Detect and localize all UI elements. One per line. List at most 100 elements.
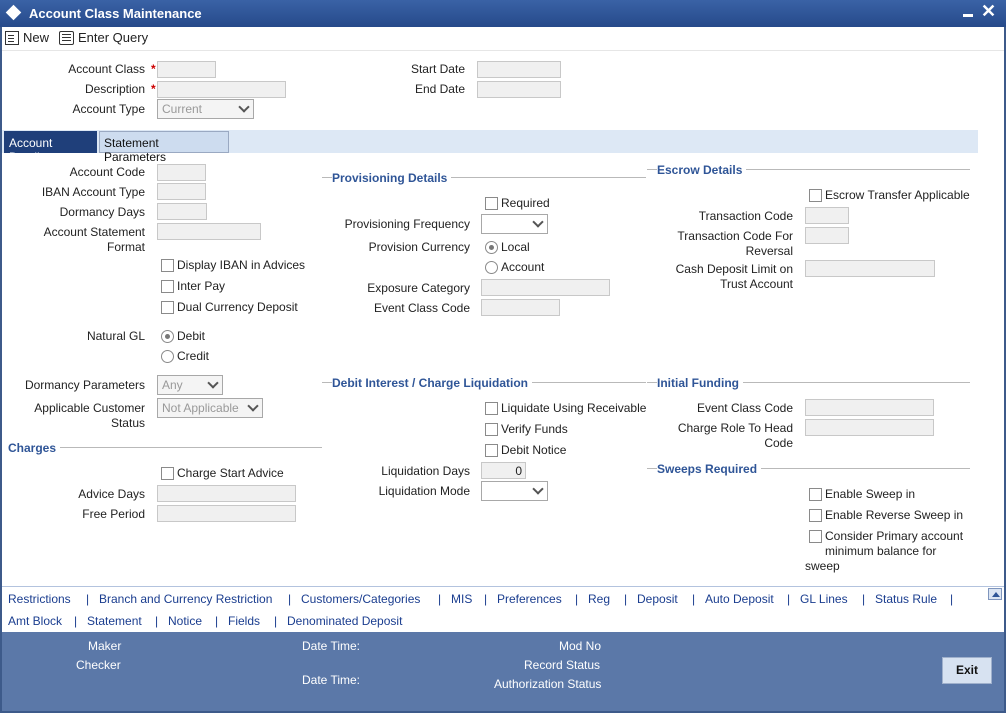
charge-role-input[interactable] <box>805 419 934 436</box>
advice-days-input[interactable] <box>157 485 296 502</box>
description-input[interactable] <box>157 81 286 98</box>
exit-button[interactable]: Exit <box>942 657 992 684</box>
iban-account-type-input[interactable] <box>157 183 206 200</box>
link-separator: | <box>86 592 90 606</box>
liquidate-receivable-label: Liquidate Using Receivable <box>501 401 647 415</box>
provisioning-event-class-code-input[interactable] <box>481 299 560 316</box>
account-statement-format-label: Account Statement Format <box>43 225 145 254</box>
account-label: Account <box>501 260 545 274</box>
liquidation-mode-select[interactable] <box>481 481 548 501</box>
link-separator: | <box>787 592 791 606</box>
exposure-category-input[interactable] <box>481 279 610 296</box>
dormancy-parameters-label: Dormancy Parameters <box>24 378 145 392</box>
scroll-up-icon[interactable] <box>988 588 1002 600</box>
dormancy-days-input[interactable] <box>157 203 207 220</box>
inter-pay-label: Inter Pay <box>177 279 226 293</box>
account-type-select[interactable]: Current <box>157 99 254 119</box>
provisioning-required-checkbox[interactable] <box>485 197 498 210</box>
link-separator: | <box>74 614 78 628</box>
tab-statement-parameters[interactable]: Statement Parameters <box>99 131 229 164</box>
consider-primary-label-line2: minimum balance for <box>825 544 937 558</box>
account-class-input[interactable] <box>157 61 216 78</box>
cash-deposit-limit-input[interactable] <box>805 260 935 277</box>
new-button[interactable]: New <box>5 28 49 48</box>
link-restrictions[interactable]: Restrictions <box>8 592 71 606</box>
display-iban-checkbox[interactable] <box>161 259 174 272</box>
verify-funds-label: Verify Funds <box>501 422 568 436</box>
link-gl-lines[interactable]: GL Lines <box>800 592 848 606</box>
liquidate-receivable-checkbox[interactable] <box>485 402 498 415</box>
new-button-label: New <box>23 30 50 45</box>
account-statement-format-input[interactable] <box>157 223 261 240</box>
maker-date-time-label: Date Time: <box>302 639 361 653</box>
escrow-transfer-checkbox[interactable] <box>809 189 822 202</box>
enter-query-button[interactable]: Enter Query <box>59 28 148 48</box>
link-mis[interactable]: MIS <box>451 592 472 606</box>
enable-reverse-sweep-checkbox[interactable] <box>809 509 822 522</box>
dormancy-parameters-select[interactable]: Any <box>157 375 223 395</box>
end-date-input[interactable] <box>477 81 561 98</box>
account-code-label: Account Code <box>69 165 145 179</box>
link-preferences[interactable]: Preferences <box>497 592 562 606</box>
title-bar: Account Class Maintenance ✕ <box>0 0 1006 27</box>
dual-currency-checkbox[interactable] <box>161 301 174 314</box>
link-auto-deposit[interactable]: Auto Deposit <box>705 592 774 606</box>
description-required-marker: * <box>151 82 156 96</box>
link-deposit[interactable]: Deposit <box>637 592 678 606</box>
charge-role-label: Charge Role To Head Code <box>677 421 793 450</box>
provisioning-frequency-select[interactable] <box>481 214 548 234</box>
start-date-input[interactable] <box>477 61 561 78</box>
account-radio[interactable] <box>485 261 498 274</box>
link-denominated-deposit[interactable]: Denominated Deposit <box>287 614 402 628</box>
debit-notice-checkbox[interactable] <box>485 444 498 457</box>
tab-account-details[interactable]: Account Details <box>4 131 97 164</box>
reversal-code-input[interactable] <box>805 227 849 244</box>
free-period-input[interactable] <box>157 505 296 522</box>
account-code-input[interactable] <box>157 164 206 181</box>
debit-radio[interactable] <box>161 330 174 343</box>
link-status-rule[interactable]: Status Rule <box>875 592 937 606</box>
link-amt-block[interactable]: Amt Block <box>8 614 62 628</box>
maker-label: Maker <box>88 639 122 653</box>
consider-primary-checkbox[interactable] <box>809 530 822 543</box>
liquidation-mode-label: Liquidation Mode <box>378 484 470 498</box>
checker-date-time-label: Date Time: <box>302 673 361 687</box>
enable-sweep-in-checkbox[interactable] <box>809 488 822 501</box>
link-branch-currency-restriction[interactable]: Branch and Currency Restriction <box>99 592 272 606</box>
applicable-customer-status-select[interactable]: Not Applicable <box>157 398 263 418</box>
link-statement[interactable]: Statement <box>87 614 142 628</box>
local-radio[interactable] <box>485 241 498 254</box>
funding-event-class-code-input[interactable] <box>805 399 934 416</box>
reversal-code-label: Transaction Code For Reversal <box>677 229 793 258</box>
sweeps-heading: Sweeps Required <box>657 462 762 476</box>
link-customers-categories[interactable]: Customers/Categories <box>301 592 420 606</box>
escrow-transfer-label: Escrow Transfer Applicable <box>825 188 970 202</box>
link-separator: | <box>438 592 442 606</box>
tab-bar: Account Details Statement Parameters <box>2 130 978 164</box>
mod-no-label: Mod No <box>559 639 602 653</box>
link-reg[interactable]: Reg <box>588 592 610 606</box>
credit-radio[interactable] <box>161 350 174 363</box>
transaction-code-input[interactable] <box>805 207 849 224</box>
charge-start-advice-checkbox[interactable] <box>161 467 174 480</box>
link-separator: | <box>950 592 954 606</box>
minimize-icon[interactable] <box>961 4 975 20</box>
exposure-category-label: Exposure Category <box>367 281 470 295</box>
account-type-label: Account Type <box>72 102 146 116</box>
verify-funds-checkbox[interactable] <box>485 423 498 436</box>
toolbar: New Enter Query <box>2 27 1004 51</box>
link-notice[interactable]: Notice <box>168 614 202 628</box>
dormancy-parameters-value: Any <box>162 378 183 392</box>
charge-start-advice-label: Charge Start Advice <box>177 466 284 480</box>
cash-deposit-limit-label: Cash Deposit Limit on Trust Account <box>675 262 793 291</box>
liquidation-days-input[interactable]: 0 <box>481 462 526 479</box>
consider-primary-label-line1: Consider Primary account <box>825 529 964 543</box>
chevron-down-icon <box>247 400 259 412</box>
enable-reverse-sweep-label: Enable Reverse Sweep in <box>825 508 964 522</box>
close-icon[interactable]: ✕ <box>981 1 996 21</box>
link-fields[interactable]: Fields <box>228 614 260 628</box>
inter-pay-checkbox[interactable] <box>161 280 174 293</box>
account-class-required-marker: * <box>151 62 156 76</box>
query-icon <box>59 31 74 45</box>
start-date-label: Start Date <box>410 62 465 76</box>
